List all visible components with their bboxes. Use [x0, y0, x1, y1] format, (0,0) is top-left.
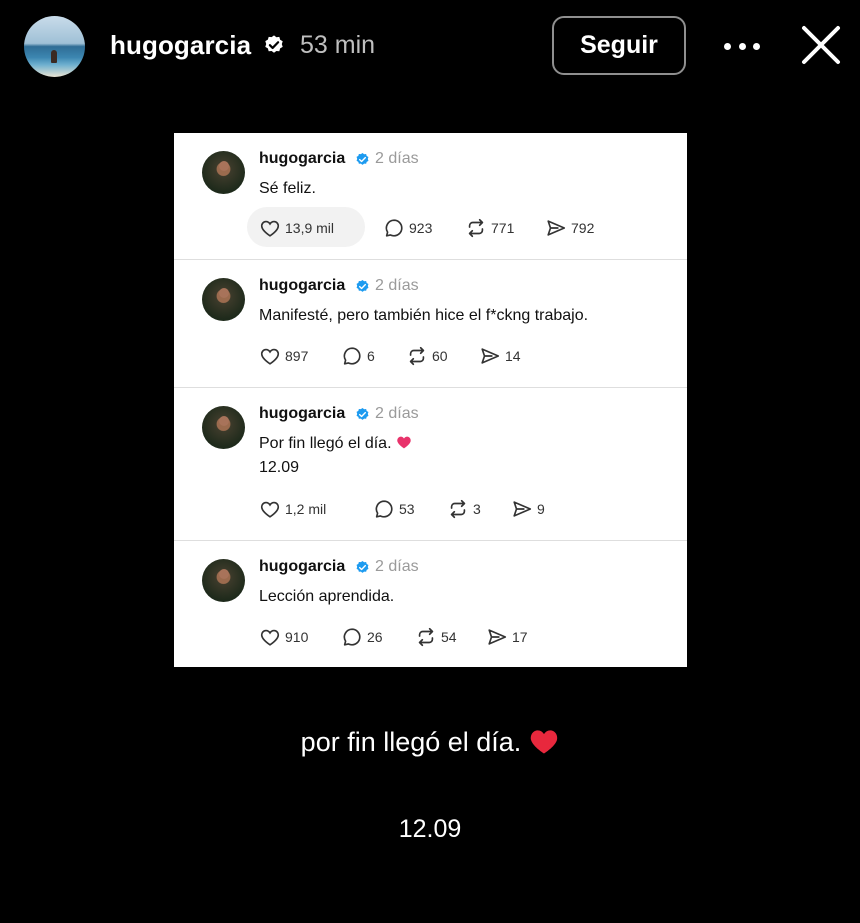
share-stat: 17	[486, 626, 528, 648]
post-text: Lección aprendida.	[259, 588, 395, 605]
post-item: hugogarcia 2 días Lección aprendida. 910…	[174, 541, 687, 667]
post-item: hugogarcia 2 días Manifesté, pero tambié…	[174, 260, 687, 388]
post-text: Por fin llegó el día. 12.09	[259, 432, 412, 480]
close-icon[interactable]	[800, 24, 842, 66]
post-time: 2 días	[375, 405, 419, 422]
shared-posts-image: hugogarcia 2 días Sé feliz. 13,9 mil 923…	[174, 133, 687, 667]
reply-count: 53	[399, 501, 415, 517]
share-count: 17	[512, 629, 528, 645]
more-options-icon[interactable]	[724, 36, 760, 56]
like-stat: 910	[259, 626, 308, 648]
share-icon	[486, 626, 508, 648]
reply-count: 26	[367, 629, 383, 645]
post-time: 2 días	[375, 277, 419, 294]
post-time: 2 días	[375, 150, 419, 167]
post-username: hugogarcia	[259, 558, 346, 575]
like-stat: 1,2 mil	[259, 498, 326, 520]
share-count: 9	[537, 501, 545, 517]
verified-icon	[355, 279, 370, 294]
verified-icon	[355, 407, 370, 422]
verified-badge-icon	[265, 35, 283, 53]
repost-count: 54	[441, 629, 457, 645]
share-count: 14	[505, 348, 521, 364]
post-time: 2 días	[375, 558, 419, 575]
reply-icon	[373, 498, 395, 520]
story-username[interactable]: hugogarcia	[110, 30, 251, 61]
share-icon	[545, 217, 567, 239]
share-stat: 792	[545, 217, 594, 239]
reply-stat: 923	[383, 217, 432, 239]
post-text: Sé feliz.	[259, 180, 316, 197]
reply-stat: 26	[341, 626, 383, 648]
post-username: hugogarcia	[259, 150, 346, 167]
post-username: hugogarcia	[259, 277, 346, 294]
repost-stat: 54	[415, 626, 457, 648]
reply-icon	[341, 345, 363, 367]
post-item: hugogarcia 2 días Sé feliz. 13,9 mil 923…	[174, 133, 687, 260]
repost-count: 60	[432, 348, 448, 364]
repost-icon	[406, 345, 428, 367]
like-stat: 13,9 mil	[259, 217, 334, 239]
repost-count: 771	[491, 220, 515, 236]
post-avatar	[202, 151, 245, 194]
reply-stat: 6	[341, 345, 375, 367]
avatar[interactable]	[24, 16, 85, 77]
post-text-line1: Por fin llegó el día.	[259, 435, 392, 452]
like-count: 910	[285, 629, 309, 645]
repost-icon	[465, 217, 487, 239]
heart-icon	[259, 345, 281, 367]
follow-button[interactable]: Seguir	[552, 16, 686, 75]
repost-stat: 3	[447, 498, 481, 520]
story-caption: por fin llegó el día.	[0, 727, 860, 758]
repost-icon	[447, 498, 469, 520]
repost-icon	[415, 626, 437, 648]
heart-icon	[259, 626, 281, 648]
share-stat: 9	[511, 498, 545, 520]
like-count: 1,2 mil	[285, 501, 327, 517]
verified-icon	[355, 152, 370, 167]
reply-icon	[383, 217, 405, 239]
reply-count: 923	[409, 220, 433, 236]
share-icon	[479, 345, 501, 367]
post-avatar	[202, 406, 245, 449]
caption-line1: por fin llegó el día.	[300, 727, 522, 757]
share-icon	[511, 498, 533, 520]
like-count: 13,9 mil	[285, 220, 335, 236]
share-stat: 14	[479, 345, 521, 367]
share-count: 792	[571, 220, 595, 236]
like-count: 897	[285, 348, 309, 364]
post-avatar	[202, 559, 245, 602]
like-stat: 897	[259, 345, 308, 367]
post-item: hugogarcia 2 días Por fin llegó el día. 1…	[174, 388, 687, 541]
red-heart-icon	[531, 730, 558, 754]
story-time: 53 min	[300, 31, 376, 59]
repost-stat: 771	[465, 217, 514, 239]
story-header: hugogarcia 53 min Seguir	[0, 0, 860, 95]
reply-count: 6	[367, 348, 375, 364]
heart-icon	[259, 217, 281, 239]
reply-icon	[341, 626, 363, 648]
post-avatar	[202, 278, 245, 321]
reply-stat: 53	[373, 498, 415, 520]
repost-count: 3	[473, 501, 481, 517]
repost-stat: 60	[406, 345, 448, 367]
pink-heart-icon	[396, 436, 411, 449]
caption-date: 12.09	[398, 815, 462, 843]
post-username: hugogarcia	[259, 405, 346, 422]
post-text: Manifesté, pero también hice el f*ckng t…	[259, 307, 589, 324]
post-text-line2: 12.09	[259, 459, 300, 476]
heart-icon	[259, 498, 281, 520]
verified-icon	[355, 560, 370, 575]
